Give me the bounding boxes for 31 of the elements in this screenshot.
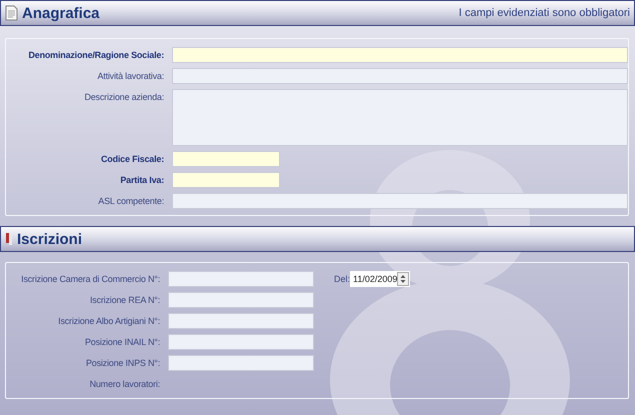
input-field[interactable] — [172, 68, 628, 84]
required-fields-note: I campi evidenziati sono obbligatori — [458, 7, 630, 19]
field-label: Posizione INPS N°: — [84, 357, 161, 370]
field-label: Descrizione azienda: — [83, 91, 165, 104]
input-field[interactable] — [168, 313, 314, 329]
field-label: Partita Iva: — [119, 174, 165, 187]
field-label: Iscrizione Albo Artigiani N°: — [57, 315, 161, 328]
section-title: Iscrizioni — [17, 230, 82, 248]
input-field[interactable] — [168, 292, 314, 308]
input-field[interactable] — [172, 172, 280, 188]
input-field[interactable] — [168, 271, 314, 287]
spinner-icon[interactable] — [397, 272, 410, 286]
field-label: ASL competente: — [97, 195, 165, 208]
field-label: Attività lavorativa: — [96, 70, 165, 83]
bookmark-icon — [5, 232, 13, 246]
field-label: Codice Fiscale: — [100, 153, 165, 166]
input-field[interactable] — [168, 355, 314, 371]
input-field[interactable] — [168, 334, 314, 350]
field-label: Iscrizione REA N°: — [88, 294, 161, 307]
date-field[interactable]: 11/02/2009 — [350, 271, 410, 287]
input-field[interactable] — [172, 193, 628, 209]
field-label: Numero lavoratori: — [88, 378, 161, 391]
field-label: Denominazione/Ragione Sociale: — [27, 49, 165, 62]
text-area[interactable] — [172, 89, 628, 146]
input-field[interactable] — [172, 47, 628, 63]
field-label: Posizione INAIL N°: — [84, 336, 161, 349]
field-label: Iscrizione Camera di Commercio N°: — [20, 273, 161, 286]
document-icon — [5, 5, 18, 21]
section-title: Anagrafica — [22, 4, 100, 22]
date-label: Del: — [334, 273, 350, 286]
input-field[interactable] — [172, 151, 280, 167]
